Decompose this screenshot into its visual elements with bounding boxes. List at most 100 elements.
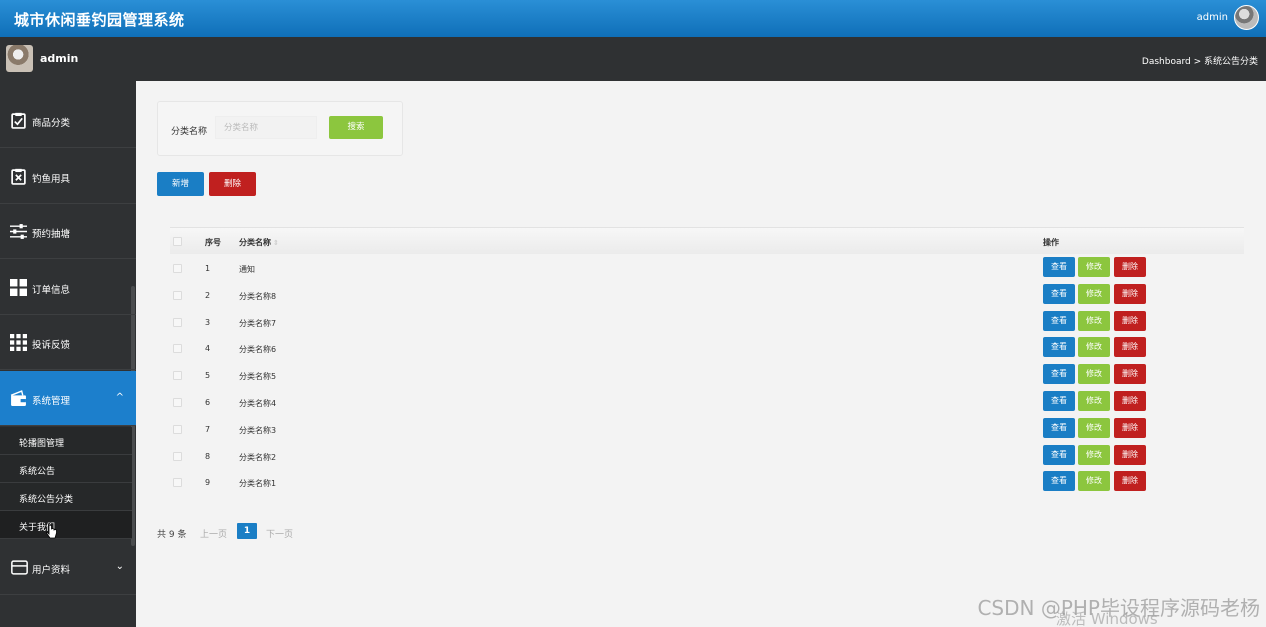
sub-header: admin Dashboard > 系统公告分类 [0, 37, 1266, 81]
search-input[interactable] [215, 116, 317, 139]
row-number: 7 [205, 424, 211, 434]
row-checkbox[interactable] [173, 478, 182, 488]
view-button[interactable]: 查看 [1043, 310, 1075, 331]
select-all-checkbox[interactable] [173, 237, 182, 246]
wallet-icon [10, 390, 26, 406]
sort-icon[interactable]: ⇕ [273, 239, 279, 247]
sidebar-item-system[interactable]: 系统管理 ^ [0, 371, 136, 426]
table-row: 6 分类名称4 查看 修改 删除 [170, 389, 1244, 416]
sidebar-subitem-label: 轮播图管理 [19, 439, 65, 449]
column-header-name[interactable]: 分类名称 ⇕ [239, 237, 279, 248]
table-row: 4 分类名称6 查看 修改 删除 [170, 335, 1244, 362]
view-button[interactable]: 查看 [1043, 444, 1075, 465]
delete-button[interactable]: 删除 [1114, 310, 1146, 331]
row-checkbox[interactable] [173, 344, 182, 354]
table-row: 9 分类名称1 查看 修改 删除 [170, 469, 1244, 496]
sidebar-subitem-carousel[interactable]: 轮播图管理 [0, 427, 132, 455]
row-number: 5 [205, 371, 211, 381]
row-number: 1 [205, 264, 211, 273]
sidebar-subitem-announcement[interactable]: 系统公告 [0, 455, 132, 483]
table-row: 3 分类名称7 查看 修改 删除 [170, 309, 1244, 336]
view-button[interactable]: 查看 [1043, 283, 1075, 304]
clipboard-x-icon [11, 168, 26, 185]
search-panel: 分类名称 搜索 [157, 101, 403, 156]
column-header-no: 序号 [205, 238, 221, 247]
table-row: 7 分类名称3 查看 修改 删除 [170, 416, 1244, 443]
grid-2x2-icon [10, 279, 27, 296]
sidebar-item-orders[interactable]: 订单信息 [0, 260, 136, 315]
view-button[interactable]: 查看 [1043, 391, 1075, 411]
row-checkbox[interactable] [173, 290, 182, 300]
table-row: 1 通知 查看 修改 删除 [170, 255, 1244, 282]
edit-button[interactable]: 修改 [1078, 471, 1110, 492]
delete-button[interactable]: 删除 [1114, 391, 1146, 411]
prev-page-button[interactable]: 上一页 [200, 527, 227, 540]
current-page-button[interactable]: 1 [237, 523, 257, 539]
delete-button[interactable]: 删除 [1114, 283, 1146, 304]
edit-button[interactable]: 修改 [1078, 257, 1110, 277]
delete-button[interactable]: 删除 [1114, 257, 1146, 277]
row-number: 4 [205, 344, 211, 354]
delete-button[interactable]: 删除 [1114, 471, 1146, 492]
top-header: 城市休闲垂钓园管理系统 admin [0, 0, 1266, 37]
sidebar-subitem-announcement-category[interactable]: 系统公告分类 [0, 483, 132, 511]
header-username[interactable]: admin [1197, 12, 1228, 23]
sidebar-item-label: 钓鱼用具 [32, 174, 71, 185]
app-title: 城市休闲垂钓园管理系统 [14, 11, 185, 29]
row-category-name: 分类名称7 [239, 318, 277, 328]
view-button[interactable]: 查看 [1043, 364, 1075, 385]
sidebar-item-label: 投诉反馈 [32, 340, 71, 351]
view-button[interactable]: 查看 [1043, 417, 1075, 438]
row-category-name: 分类名称8 [239, 291, 277, 301]
table-row: 8 分类名称2 查看 修改 删除 [170, 443, 1244, 470]
batch-delete-button[interactable]: 删除 [209, 172, 256, 196]
sub-username: admin [40, 52, 79, 65]
delete-button[interactable]: 删除 [1114, 337, 1146, 358]
row-number: 8 [205, 451, 211, 461]
header-avatar[interactable] [1234, 5, 1259, 30]
mouse-cursor-icon [46, 524, 57, 539]
edit-button[interactable]: 修改 [1078, 283, 1110, 304]
search-label: 分类名称 [171, 127, 208, 137]
edit-button[interactable]: 修改 [1078, 337, 1110, 358]
row-number: 2 [205, 290, 211, 300]
row-checkbox[interactable] [173, 264, 182, 273]
view-button[interactable]: 查看 [1043, 257, 1075, 277]
sidebar-item-goods-category[interactable]: 商品分类 [0, 93, 136, 148]
add-button[interactable]: 新增 [157, 172, 204, 196]
row-checkbox[interactable] [173, 371, 182, 381]
sidebar: 商品分类 钓鱼用具 预约抽塘 订单信息 投诉反馈 系统管理 ^ 轮播图管理 系统… [0, 81, 136, 627]
edit-button[interactable]: 修改 [1078, 417, 1110, 438]
row-number: 3 [205, 317, 211, 327]
delete-button[interactable]: 删除 [1114, 364, 1146, 385]
row-number: 6 [205, 398, 211, 407]
row-checkbox[interactable] [173, 398, 182, 407]
sidebar-subitem-about[interactable]: 关于我们 [0, 511, 132, 539]
row-category-name: 分类名称1 [239, 479, 277, 489]
sidebar-item-reservation[interactable]: 预约抽塘 [0, 204, 136, 259]
sidebar-item-feedback[interactable]: 投诉反馈 [0, 315, 136, 370]
edit-button[interactable]: 修改 [1078, 310, 1110, 331]
row-checkbox[interactable] [173, 317, 182, 327]
sliders-icon [10, 224, 27, 239]
view-button[interactable]: 查看 [1043, 337, 1075, 358]
sidebar-item-fishing-gear[interactable]: 钓鱼用具 [0, 149, 136, 204]
row-checkbox[interactable] [173, 424, 182, 434]
edit-button[interactable]: 修改 [1078, 444, 1110, 465]
next-page-button[interactable]: 下一页 [266, 527, 293, 540]
delete-button[interactable]: 删除 [1114, 417, 1146, 438]
row-category-name: 分类名称2 [239, 452, 277, 462]
column-header-actions: 操作 [1043, 238, 1059, 247]
search-button[interactable]: 搜索 [329, 116, 383, 139]
table-header: 序号 分类名称 ⇕ 操作 [170, 227, 1244, 254]
sidebar-item-user-profile[interactable]: 用户资料 ⌄ [0, 540, 136, 595]
row-category-name: 通知 [239, 265, 255, 274]
view-button[interactable]: 查看 [1043, 471, 1075, 492]
edit-button[interactable]: 修改 [1078, 364, 1110, 385]
row-number: 9 [205, 478, 211, 488]
edit-button[interactable]: 修改 [1078, 391, 1110, 411]
sidebar-item-label: 商品分类 [32, 118, 71, 129]
sidebar-subitem-label: 系统公告分类 [19, 495, 74, 505]
delete-button[interactable]: 删除 [1114, 444, 1146, 465]
row-checkbox[interactable] [173, 451, 182, 461]
